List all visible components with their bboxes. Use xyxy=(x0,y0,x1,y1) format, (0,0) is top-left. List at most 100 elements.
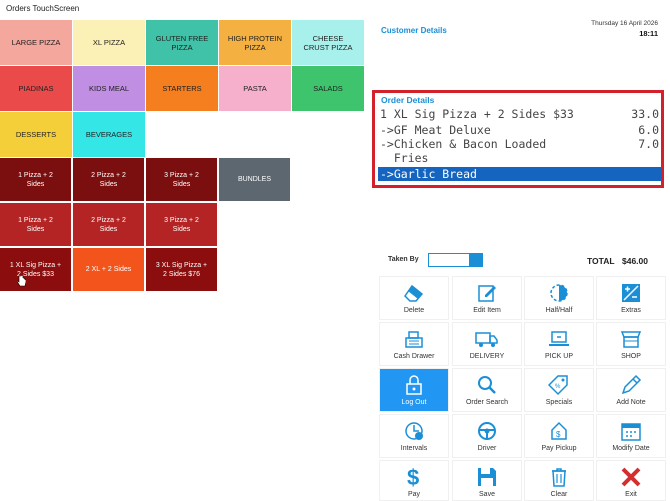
product-button-3[interactable]: 3 Pizza + 2 Sides xyxy=(146,158,217,201)
shop-button[interactable]: SHOP xyxy=(596,322,666,366)
delete-button[interactable]: Delete xyxy=(379,276,449,320)
hand-cursor-icon xyxy=(16,274,27,287)
pick-up-button[interactable]: PICK UP xyxy=(524,322,594,366)
category-label: LARGE PIZZA xyxy=(11,38,61,47)
pay-pickup-button[interactable]: $ Pay Pickup xyxy=(524,414,594,458)
product-label: 1 Pizza + 2 Sides xyxy=(18,216,53,233)
category-label: PIADINAS xyxy=(18,84,54,93)
order-line[interactable]: ->GF Meat Deluxe 6.0 xyxy=(375,123,661,137)
order-line-text: ->GF Meat Deluxe xyxy=(380,123,491,137)
taken-by-label: Taken By xyxy=(388,256,419,263)
edit-item-button[interactable]: Edit Item xyxy=(452,276,522,320)
save-button[interactable]: Save xyxy=(452,460,522,501)
time-label: 18:11 xyxy=(639,29,658,38)
category-label: CHEESE CRUST PIZZA xyxy=(303,33,353,52)
order-line[interactable]: 1 XL Sig Pizza + 2 Sides $33 33.0 xyxy=(375,107,661,121)
action-label: Cash Drawer xyxy=(393,353,435,360)
category-button-desserts[interactable]: DESSERTS xyxy=(0,112,72,157)
category-label: HIGH PROTEIN PIZZA xyxy=(227,33,283,52)
action-label: SHOP xyxy=(621,353,641,360)
cash-drawer-button[interactable]: Cash Drawer xyxy=(379,322,449,366)
driver-button[interactable]: Driver xyxy=(452,414,522,458)
category-label: BEVERAGES xyxy=(85,130,133,139)
category-button-salads[interactable]: SALADS xyxy=(292,66,364,111)
category-label: DESSERTS xyxy=(15,130,57,139)
delivery-button[interactable]: DELIVERY xyxy=(452,322,522,366)
truck-icon xyxy=(474,327,500,351)
eraser-icon xyxy=(401,281,427,305)
action-label: PICK UP xyxy=(544,353,573,360)
clear-button[interactable]: Clear xyxy=(524,460,594,501)
magnifier-icon xyxy=(474,373,500,397)
order-line[interactable]: Fries xyxy=(375,151,661,165)
action-label: Pay xyxy=(407,491,421,498)
category-label: GLUTEN FREE PIZZA xyxy=(155,33,209,52)
category-button-pasta[interactable]: PASTA xyxy=(219,66,291,111)
category-label: PASTA xyxy=(243,84,267,93)
category-button-xl-pizza[interactable]: XL PIZZA xyxy=(73,20,145,65)
window-titlebar: Orders TouchScreen xyxy=(0,0,670,20)
category-button-cheese-crust-pizza[interactable]: CHEESE CRUST PIZZA xyxy=(292,20,364,65)
total-label: TOTAL xyxy=(587,256,615,266)
tag-icon: % xyxy=(546,373,572,397)
specials-button[interactable]: % Specials xyxy=(524,368,594,412)
laptop-icon xyxy=(546,327,572,351)
taken-by-input[interactable] xyxy=(428,253,483,267)
product-label: 2 Pizza + 2 Sides xyxy=(91,216,126,233)
trash-icon xyxy=(546,465,572,489)
order-line-selected[interactable]: ->Garlic Bread xyxy=(375,167,661,181)
action-label: Half/Half xyxy=(545,307,573,314)
category-label: KIDS MEAL xyxy=(88,84,129,93)
shop-icon xyxy=(618,327,644,351)
order-line[interactable]: ->Chicken & Bacon Loaded 7.0 xyxy=(375,137,661,151)
dollar-icon: $ xyxy=(401,465,427,489)
product-label: 3 Pizza + 2 Sides xyxy=(164,216,199,233)
category-button-gluten-free-pizza[interactable]: GLUTEN FREE PIZZA xyxy=(146,20,218,65)
category-button-beverages[interactable]: BEVERAGES xyxy=(73,112,145,157)
modify-date-button[interactable]: Modify Date xyxy=(596,414,666,458)
action-label: Pay Pickup xyxy=(541,445,577,452)
product-label: BUNDLES xyxy=(237,176,272,183)
log-out-button[interactable]: Log Out xyxy=(379,368,449,412)
half-circle-icon xyxy=(546,281,572,305)
close-icon xyxy=(618,465,644,489)
customer-details-heading: Customer Details xyxy=(381,26,447,35)
product-button-9[interactable]: 2 XL + 2 Sides xyxy=(73,248,144,291)
category-button-kids-meal[interactable]: KIDS MEAL xyxy=(73,66,145,111)
svg-text:%: % xyxy=(555,384,561,390)
product-button-4[interactable]: BUNDLES xyxy=(219,158,290,201)
category-button-large-pizza[interactable]: LARGE PIZZA xyxy=(0,20,72,65)
action-label: Exit xyxy=(625,491,637,498)
pay-button[interactable]: $ Pay xyxy=(379,460,449,501)
floppy-icon xyxy=(474,465,500,489)
category-button-starters[interactable]: STARTERS xyxy=(146,66,218,111)
steering-wheel-icon xyxy=(474,419,500,443)
product-label: 2 Pizza + 2 Sides xyxy=(91,171,126,188)
intervals-button[interactable]: Intervals xyxy=(379,414,449,458)
category-button-high-protein-pizza[interactable]: HIGH PROTEIN PIZZA xyxy=(219,20,291,65)
taken-by-dropdown-button[interactable] xyxy=(469,254,482,266)
category-label: XL PIZZA xyxy=(92,38,126,47)
category-button-piadinas[interactable]: PIADINAS xyxy=(0,66,72,111)
half-half-button[interactable]: Half/Half xyxy=(524,276,594,320)
product-label: 2 XL + 2 Sides xyxy=(85,266,132,273)
action-label: Clear xyxy=(550,491,568,498)
order-search-button[interactable]: Order Search xyxy=(452,368,522,412)
exit-button[interactable]: Exit xyxy=(596,460,666,501)
date-label: Thursday 16 April 2026 xyxy=(591,20,658,27)
extras-button[interactable]: Extras xyxy=(596,276,666,320)
add-note-button[interactable]: Add Note xyxy=(596,368,666,412)
pay-pickup-icon: $ xyxy=(546,419,572,443)
product-button-10[interactable]: 3 XL Sig Pizza + 2 Sides $76 xyxy=(146,248,217,291)
product-button-6[interactable]: 2 Pizza + 2 Sides xyxy=(73,203,144,246)
product-button-5[interactable]: 1 Pizza + 2 Sides xyxy=(0,203,71,246)
product-button-7[interactable]: 3 Pizza + 2 Sides xyxy=(146,203,217,246)
product-button-8[interactable]: 1 XL Sig Pizza + 2 Sides $33 xyxy=(0,248,71,291)
order-line-text: 1 XL Sig Pizza + 2 Sides $33 xyxy=(380,107,574,121)
product-button-1[interactable]: 1 Pizza + 2 Sides xyxy=(0,158,71,201)
product-button-2[interactable]: 2 Pizza + 2 Sides xyxy=(73,158,144,201)
action-label: Specials xyxy=(545,399,573,406)
order-line-text: ->Garlic Bread xyxy=(380,167,477,181)
action-label: DELIVERY xyxy=(469,353,505,360)
order-details-heading: Order Details xyxy=(381,95,435,105)
